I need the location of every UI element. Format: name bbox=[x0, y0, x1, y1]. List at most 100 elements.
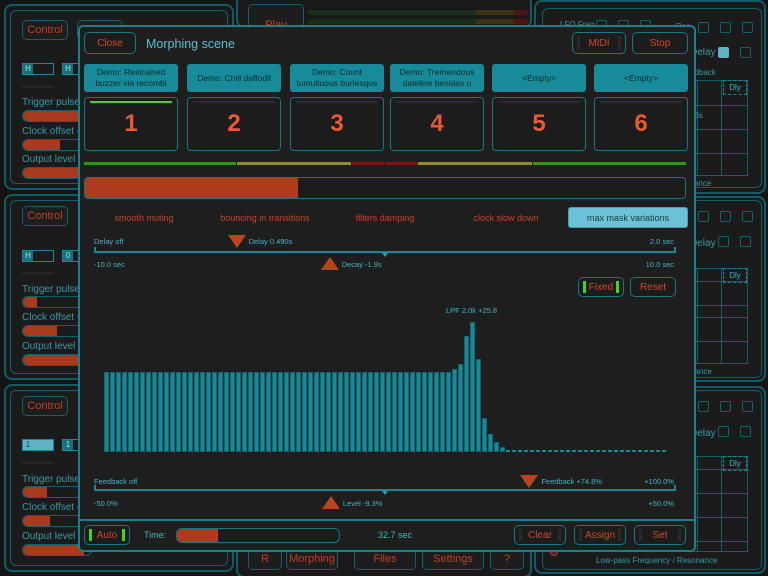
spectrum-bar[interactable] bbox=[560, 450, 564, 452]
spectrum-bar[interactable] bbox=[332, 372, 337, 452]
spectrum-bar[interactable] bbox=[182, 372, 187, 452]
spectrum-bar[interactable] bbox=[218, 372, 223, 452]
delay-slider-thumb[interactable] bbox=[227, 235, 246, 248]
assign-button[interactable]: Assign bbox=[574, 525, 626, 545]
decay-slider-thumb[interactable] bbox=[320, 257, 339, 270]
spectrum-bar[interactable] bbox=[584, 450, 588, 452]
spectrum-bar[interactable] bbox=[536, 450, 540, 452]
spectrum-bar[interactable] bbox=[122, 372, 127, 452]
spectrum-bar[interactable] bbox=[494, 442, 499, 452]
spectrum-bar[interactable] bbox=[476, 359, 481, 452]
spectrum-bar[interactable] bbox=[590, 450, 594, 452]
spectrum-bar[interactable] bbox=[554, 450, 558, 452]
spectrum-bar[interactable] bbox=[314, 372, 319, 452]
spectrum-bar[interactable] bbox=[170, 372, 175, 452]
spectrum-bar[interactable] bbox=[626, 450, 630, 452]
spectrum-bar[interactable] bbox=[116, 372, 121, 452]
spectrum-bar[interactable] bbox=[206, 372, 211, 452]
scene-slot-2[interactable]: 2 bbox=[187, 97, 281, 151]
spectrum-bar[interactable] bbox=[452, 369, 457, 452]
spectrum-bar[interactable] bbox=[602, 450, 606, 452]
spectrum-bar[interactable] bbox=[428, 372, 433, 452]
spectrum-bar[interactable] bbox=[638, 450, 642, 452]
spectrum-bar[interactable] bbox=[254, 372, 259, 452]
spectrum-bar[interactable] bbox=[632, 450, 636, 452]
scene-slot-5[interactable]: 5 bbox=[492, 97, 586, 151]
spectrum-bar[interactable] bbox=[620, 450, 624, 452]
spectrum-bar[interactable] bbox=[362, 372, 367, 452]
spectrum-bar[interactable] bbox=[650, 450, 654, 452]
spectrum-bar[interactable] bbox=[146, 372, 151, 452]
time-slider[interactable] bbox=[176, 528, 340, 543]
spectrum-bar[interactable] bbox=[386, 372, 391, 452]
scene-slot-4[interactable]: 4 bbox=[390, 97, 484, 151]
scene-name-button-3[interactable]: Demo: Count tumultuous burlesque bbox=[290, 64, 384, 92]
spectrum-bar[interactable] bbox=[464, 336, 469, 452]
delay-check-2[interactable] bbox=[740, 47, 751, 58]
spectrum-bar[interactable] bbox=[230, 372, 235, 452]
stop-button[interactable]: Stop bbox=[632, 32, 688, 54]
delay-check[interactable] bbox=[718, 47, 729, 58]
spectrum-bar[interactable] bbox=[356, 372, 361, 452]
spectrum-bar[interactable] bbox=[518, 450, 522, 452]
spectrum-bar[interactable] bbox=[104, 372, 109, 452]
control-button[interactable]: Control bbox=[22, 20, 68, 40]
mode-max-mask-variations[interactable]: max mask variations bbox=[568, 207, 688, 228]
spectrum-bar[interactable] bbox=[530, 450, 534, 452]
check-2[interactable] bbox=[720, 211, 731, 222]
spectrum-bar[interactable] bbox=[404, 372, 409, 452]
spectrum-bar[interactable] bbox=[344, 372, 349, 452]
spectrum-bar[interactable] bbox=[290, 372, 295, 452]
level-slider-thumb[interactable] bbox=[321, 496, 340, 509]
spectrum-bar[interactable] bbox=[164, 372, 169, 452]
check-1[interactable] bbox=[698, 211, 709, 222]
spectrum-bar[interactable] bbox=[320, 372, 325, 452]
spectrum-bar[interactable] bbox=[338, 372, 343, 452]
mode-filters-damping[interactable]: filters damping bbox=[326, 207, 444, 228]
spectrum-bar[interactable] bbox=[302, 372, 307, 452]
spectrum-bar[interactable] bbox=[176, 372, 181, 452]
set-button[interactable]: Set bbox=[634, 525, 686, 545]
fixed-toggle[interactable]: Fixed bbox=[578, 277, 624, 297]
spectrum-bar[interactable] bbox=[596, 450, 600, 452]
control-button[interactable]: Control bbox=[22, 396, 68, 416]
spectrum-bar[interactable] bbox=[374, 372, 379, 452]
scene-name-button-2[interactable]: Demo: Chill daffodil bbox=[187, 64, 281, 92]
spectrum-bar[interactable] bbox=[644, 450, 648, 452]
feedback-slider-thumb[interactable] bbox=[520, 475, 539, 488]
spectrum-bar[interactable] bbox=[188, 372, 193, 452]
spectrum-bar[interactable] bbox=[512, 450, 516, 452]
scene-name-button-1[interactable]: Demo: Restrained buzzer via recombi bbox=[84, 64, 178, 92]
auto-toggle[interactable]: Auto bbox=[84, 525, 130, 545]
spectrum-bar[interactable] bbox=[410, 372, 415, 452]
spectrum-bar[interactable] bbox=[158, 372, 163, 452]
check-3[interactable] bbox=[742, 401, 753, 412]
spectrum-bar[interactable] bbox=[152, 372, 157, 452]
hold-toggle[interactable]: 1 bbox=[22, 439, 54, 451]
control-button[interactable]: Control bbox=[22, 206, 68, 226]
spectrum-bar[interactable] bbox=[242, 372, 247, 452]
spectrum-bar[interactable] bbox=[398, 372, 403, 452]
reset-button[interactable]: Reset bbox=[630, 277, 676, 297]
spectrum-bar[interactable] bbox=[608, 450, 612, 452]
spectrum-bar[interactable] bbox=[578, 450, 582, 452]
spectrum-bar[interactable] bbox=[266, 372, 271, 452]
spectrum-bar[interactable] bbox=[284, 372, 289, 452]
scene-name-button-6[interactable]: <Empty> bbox=[594, 64, 688, 92]
spectrum-bar[interactable] bbox=[308, 372, 313, 452]
mode-bouncing-in-transitions[interactable]: bouncing in transitions bbox=[204, 207, 326, 228]
spectrum-bar[interactable] bbox=[194, 372, 199, 452]
spectrum-bar[interactable] bbox=[656, 450, 660, 452]
scene-name-button-5[interactable]: <Empty> bbox=[492, 64, 586, 92]
res-check-2[interactable] bbox=[720, 22, 731, 33]
delay-check-2[interactable] bbox=[740, 236, 751, 247]
delay-check[interactable] bbox=[718, 236, 729, 247]
spectrum-bar[interactable] bbox=[542, 450, 546, 452]
spectrum-bar[interactable] bbox=[488, 434, 493, 452]
spectrum-bar[interactable] bbox=[416, 372, 421, 452]
scene-name-button-4[interactable]: Demo: Tremendous dateline besides u bbox=[390, 64, 484, 92]
spectrum-bar[interactable] bbox=[614, 450, 618, 452]
scene-slot-1[interactable]: 1 bbox=[84, 97, 178, 151]
delay-check-2[interactable] bbox=[740, 426, 751, 437]
clear-button[interactable]: Clear bbox=[514, 525, 566, 545]
